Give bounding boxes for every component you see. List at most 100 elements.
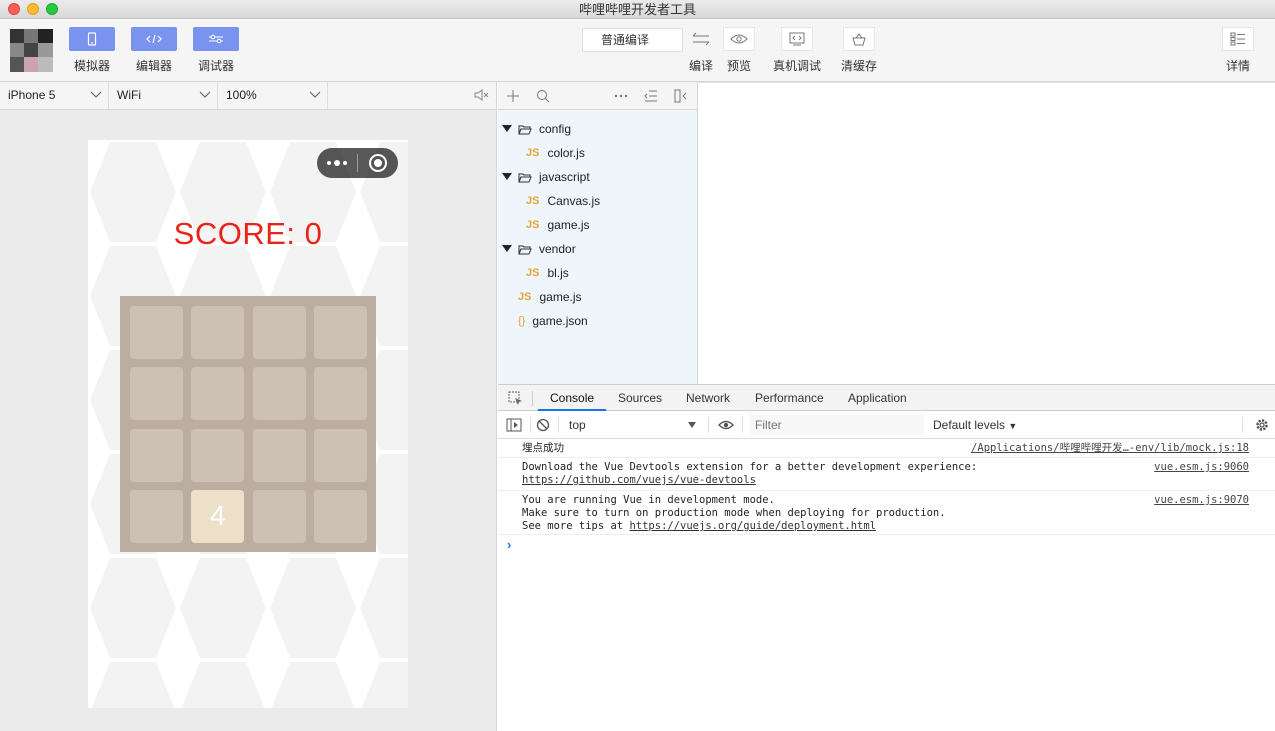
zoom-window-button[interactable] bbox=[46, 3, 58, 15]
more-options-icon[interactable] bbox=[614, 89, 628, 103]
console-prompt[interactable]: › bbox=[507, 537, 511, 552]
compile-mode-select[interactable]: 普通编译 bbox=[582, 28, 683, 52]
console-toolbar: top Default levels ▼ bbox=[498, 411, 1275, 439]
empty-cell bbox=[313, 428, 367, 482]
game-tile: 4 bbox=[191, 489, 245, 543]
triangle-down-icon bbox=[502, 245, 512, 252]
tab-application[interactable]: Application bbox=[848, 385, 907, 411]
network-select[interactable]: WiFi bbox=[109, 82, 218, 109]
tree-item-label: javascript bbox=[539, 170, 590, 184]
file-item[interactable]: JS Canvas.js bbox=[526, 189, 600, 213]
tab-performance[interactable]: Performance bbox=[755, 385, 824, 411]
gear-icon[interactable] bbox=[1255, 418, 1269, 432]
preview-button[interactable]: 预览 bbox=[719, 27, 759, 74]
folder-open-icon bbox=[518, 245, 532, 254]
folder-item[interactable]: javascript bbox=[502, 165, 590, 189]
empty-cell bbox=[313, 367, 367, 421]
eye-icon bbox=[723, 27, 755, 51]
compile-arrows-icon bbox=[685, 27, 717, 51]
file-item[interactable]: JS game.js bbox=[526, 213, 590, 237]
tab-console[interactable]: Console bbox=[538, 385, 607, 411]
inspect-element-icon[interactable] bbox=[508, 391, 523, 406]
collapse-panel-icon[interactable] bbox=[674, 89, 688, 103]
file-item[interactable]: JS color.js bbox=[526, 141, 585, 165]
file-tree: config JS color.js javascript JS Canvas.js JS g… bbox=[498, 110, 698, 384]
file-tree-toolbar bbox=[498, 82, 698, 110]
log-levels-value: Default levels bbox=[933, 418, 1006, 432]
debugger-toggle-button[interactable]: 调试器 bbox=[193, 27, 239, 74]
empty-cell bbox=[313, 489, 367, 543]
context-select[interactable]: top bbox=[562, 415, 702, 435]
tab-network[interactable]: Network bbox=[686, 385, 730, 411]
context-select-value: top bbox=[569, 418, 586, 432]
eye-icon[interactable] bbox=[718, 419, 734, 431]
add-icon[interactable] bbox=[506, 89, 520, 103]
log-source-link[interactable]: vue.esm.js:9060 bbox=[1154, 461, 1249, 474]
tree-item-label: game.json bbox=[532, 314, 588, 328]
mute-icon[interactable] bbox=[473, 88, 489, 102]
sidebar-toggle-icon[interactable] bbox=[506, 418, 522, 432]
details-button[interactable]: 详情 bbox=[1218, 27, 1258, 74]
empty-cell bbox=[191, 306, 245, 359]
clear-console-icon[interactable] bbox=[536, 418, 550, 432]
minimize-window-button[interactable] bbox=[27, 3, 39, 15]
simulator-toggle-button[interactable]: 模拟器 bbox=[69, 27, 115, 74]
zoom-select[interactable]: 100% bbox=[218, 82, 328, 109]
device-select-value: iPhone 5 bbox=[8, 88, 56, 102]
js-file-icon: JS bbox=[526, 219, 540, 231]
json-file-icon: {} bbox=[518, 315, 526, 327]
log-url-link[interactable]: https://vuejs.org/guide/deployment.html bbox=[629, 520, 876, 532]
window-titlebar: 哔哩哔哩开发者工具 bbox=[0, 0, 1275, 19]
file-item[interactable]: JS game.js bbox=[518, 285, 582, 309]
empty-cell bbox=[130, 306, 183, 359]
folder-item[interactable]: vendor bbox=[502, 237, 576, 261]
log-message: Download the Vue Devtools extension for … bbox=[522, 461, 977, 487]
phone-icon bbox=[69, 27, 115, 51]
compile-label: 编译 bbox=[688, 59, 713, 73]
phone-screen[interactable]: SCORE: 0 4 bbox=[88, 140, 408, 708]
editor-toggle-button[interactable]: 编辑器 bbox=[131, 27, 177, 74]
main-toolbar: 模拟器 编辑器 调试器 普通编译 编译 预览 真机调试 清缓存 详情 bbox=[0, 19, 1275, 82]
triangle-down-icon bbox=[502, 125, 512, 132]
file-item[interactable]: JS bl.js bbox=[526, 261, 569, 285]
filter-input[interactable] bbox=[750, 415, 924, 435]
outdent-icon[interactable] bbox=[644, 89, 658, 103]
close-capsule-icon[interactable] bbox=[358, 153, 398, 173]
compile-button[interactable]: 编译 bbox=[681, 27, 721, 74]
tree-item-label: color.js bbox=[547, 146, 585, 160]
log-source-link[interactable]: /Applications/哔哩哔哩开发…-env/lib/mock.js:18 bbox=[971, 442, 1249, 455]
log-source-link[interactable]: vue.esm.js:9070 bbox=[1154, 494, 1249, 507]
close-window-button[interactable] bbox=[8, 3, 20, 15]
folder-open-icon bbox=[518, 125, 532, 134]
simulator-settings-bar: iPhone 5 WiFi 100% bbox=[0, 82, 497, 110]
file-item[interactable]: {} game.json bbox=[518, 309, 588, 333]
log-url-link[interactable]: https://github.com/vuejs/vue-devtools bbox=[522, 474, 756, 486]
tree-item-label: bl.js bbox=[547, 266, 569, 280]
code-editor-area[interactable] bbox=[698, 82, 1275, 384]
zoom-select-value: 100% bbox=[226, 88, 257, 102]
folder-item[interactable]: config bbox=[502, 117, 571, 141]
search-icon[interactable] bbox=[536, 89, 550, 103]
log-levels-select[interactable]: Default levels ▼ bbox=[933, 415, 1017, 435]
preview-label: 预览 bbox=[726, 59, 751, 73]
device-select[interactable]: iPhone 5 bbox=[0, 82, 109, 109]
details-list-icon bbox=[1222, 27, 1254, 51]
device-debug-label: 真机调试 bbox=[772, 59, 821, 73]
tab-sources[interactable]: Sources bbox=[618, 385, 662, 411]
device-debug-icon bbox=[781, 27, 813, 51]
window-title: 哔哩哔哩开发者工具 bbox=[578, 2, 696, 17]
clear-cache-button[interactable]: 清缓存 bbox=[839, 27, 879, 74]
sliders-icon bbox=[193, 27, 239, 51]
devtools-tabbar: Console Sources Network Performance Appl… bbox=[498, 384, 1275, 411]
more-icon[interactable] bbox=[317, 159, 357, 167]
game-board[interactable]: 4 bbox=[120, 296, 376, 552]
tree-item-label: Canvas.js bbox=[547, 194, 601, 208]
triangle-down-icon bbox=[502, 173, 512, 180]
js-file-icon: JS bbox=[526, 267, 540, 279]
avatar[interactable] bbox=[10, 29, 53, 72]
device-debug-button[interactable]: 真机调试 bbox=[771, 27, 823, 74]
simulator-label: 模拟器 bbox=[73, 59, 110, 73]
console-log-entry: 埋点成功 /Applications/哔哩哔哩开发…-env/lib/mock.… bbox=[498, 439, 1275, 458]
log-text: Download the Vue Devtools extension for … bbox=[522, 461, 978, 473]
empty-cell bbox=[313, 306, 367, 359]
